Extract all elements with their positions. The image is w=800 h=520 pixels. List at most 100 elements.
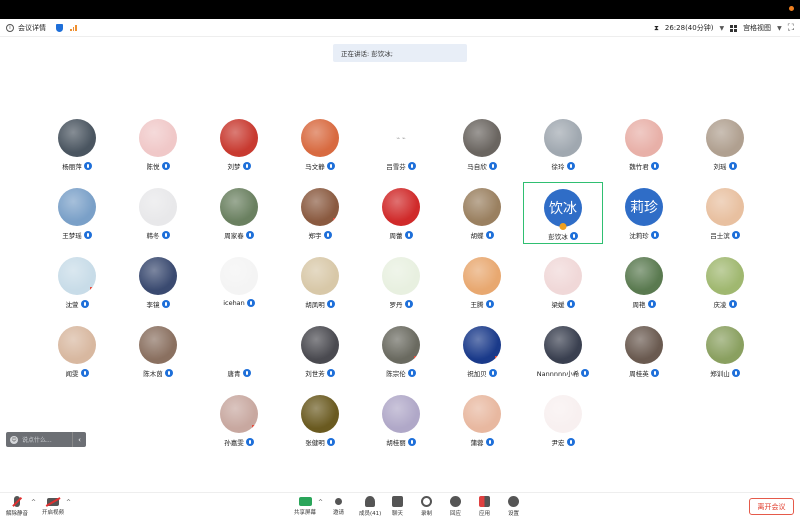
participant-avatar (463, 395, 501, 433)
participant-tile[interactable]: 尹宏 (523, 389, 603, 451)
microphone-icon (728, 300, 737, 308)
microphone-icon (485, 300, 494, 308)
participant-tile[interactable]: 陈宗伦 (361, 320, 441, 382)
unmute-button[interactable]: 解除静音 (6, 496, 28, 517)
participant-tile[interactable]: 唐青 (199, 320, 279, 382)
participant-name-row: icehan (223, 299, 255, 307)
participant-tile[interactable]: 闻雯 (37, 320, 117, 382)
participant-name: 闻雯 (65, 370, 79, 378)
participant-tile[interactable]: 罗丹 (361, 251, 441, 313)
participant-tile[interactable]: 胡蝶 (442, 182, 522, 244)
participant-avatar (220, 326, 258, 364)
chat-quick-input[interactable]: ☺ 说点什么... ‹ (6, 432, 86, 447)
participant-tile[interactable]: 周蕾 (361, 182, 441, 244)
participant-avatar (544, 326, 582, 364)
microphone-icon (161, 162, 170, 170)
participant-name: 彭饮冰 (548, 233, 568, 241)
participant-tile[interactable]: Nannnnn小希 (523, 320, 603, 382)
meeting-details-link[interactable]: 会议详情 (18, 23, 46, 33)
participant-avatar (463, 188, 501, 226)
chevron-down-icon[interactable]: ▼ (719, 25, 724, 32)
invite-button[interactable]: 邀请 (333, 496, 344, 516)
participant-tile[interactable]: 韩冬 (118, 182, 198, 244)
chat-placeholder[interactable]: 说点什么... (22, 435, 52, 444)
chevron-down-icon[interactable]: ▼ (777, 25, 782, 32)
participant-tile[interactable]: 蒲蓉 (442, 389, 522, 451)
participant-tile[interactable]: 胡凤明 (280, 251, 360, 313)
participant-tile[interactable]: 孙嘉雯 (199, 389, 279, 451)
info-icon[interactable]: i (6, 23, 14, 32)
participant-tile[interactable]: 陈悦 (118, 113, 198, 175)
participant-tile[interactable]: 马自欣 (442, 113, 522, 175)
participant-tile[interactable]: 吕士滨 (685, 182, 765, 244)
status-dot (789, 6, 794, 11)
share-screen-button[interactable]: 共享屏幕 (294, 496, 316, 516)
participant-tile[interactable]: 周艳 (604, 251, 684, 313)
collapse-chevron-icon[interactable]: ‹ (72, 432, 86, 447)
participant-tile[interactable]: 郑训山 (685, 320, 765, 382)
participant-name: 唐青 (227, 370, 241, 378)
apps-button[interactable]: 应用 (479, 496, 490, 517)
participant-tile[interactable]: 刘梦 (199, 113, 279, 175)
view-mode-button[interactable]: 宫格视图 (743, 23, 771, 33)
participant-tile[interactable]: 张健明 (280, 389, 360, 451)
participant-name: 马文静 (305, 163, 325, 171)
chevron-up-icon[interactable]: ^ (31, 499, 36, 506)
participant-tile[interactable]: 刘瑶 (685, 113, 765, 175)
active-speaker-banner: 正在讲话: 彭饮冰; (333, 44, 467, 62)
participant-name: 徐玲 (551, 163, 565, 171)
participant-tile[interactable]: 王梦瑶 (37, 182, 117, 244)
participant-tile[interactable]: 梁媛 (523, 251, 603, 313)
members-button[interactable]: 成员(41) (359, 496, 381, 517)
participant-tile[interactable]: 陈木茵 (118, 320, 198, 382)
participant-tile[interactable]: 莉珍 沈莉珍 (604, 182, 684, 244)
participant-name: 周艳 (632, 301, 646, 309)
participant-tile[interactable]: 周桂英 (604, 320, 684, 382)
leave-meeting-button[interactable]: 离开会议 (749, 498, 794, 515)
start-video-button[interactable]: 开启视频 (42, 496, 64, 516)
participant-tile[interactable]: 刘世芳 (280, 320, 360, 382)
members-icon (365, 496, 376, 507)
participant-name-row: 胡桂丽 (386, 437, 416, 447)
participant-name-row: 罗丹 (390, 299, 413, 309)
participant-tile[interactable]: 王腾 (442, 251, 522, 313)
shield-icon[interactable] (56, 23, 63, 32)
participant-name: 郑宇 (308, 232, 322, 240)
participant-tile[interactable]: ⌁ ⌁ 吕雪芬 (361, 113, 441, 175)
microphone-icon (246, 299, 255, 307)
participant-tile[interactable]: 沈萱 (37, 251, 117, 313)
members-label: 成员(41) (359, 511, 382, 517)
microphone-icon (647, 300, 656, 308)
participant-tile[interactable]: 杨丽萍 (37, 113, 117, 175)
emoji-icon[interactable]: ☺ (10, 435, 18, 444)
participant-tile[interactable]: 魏竹君 (604, 113, 684, 175)
participant-avatar (301, 257, 339, 295)
participant-tile[interactable]: 周家春 (199, 182, 279, 244)
microphone-icon (245, 231, 254, 239)
chat-bubble-icon (392, 496, 403, 507)
fullscreen-icon[interactable]: ⛶ (788, 23, 794, 33)
participant-tile[interactable]: 饮冰 彭饮冰 (523, 182, 603, 244)
participant-name-row: 郑宇 (309, 230, 332, 240)
participant-tile[interactable]: 胡桂丽 (361, 389, 441, 451)
participant-tile[interactable]: icehan (199, 251, 279, 313)
participant-avatar (463, 326, 501, 364)
reactions-button[interactable]: 回应 (450, 496, 461, 517)
participant-tile[interactable]: 马文静 (280, 113, 360, 175)
signal-strength-icon[interactable] (70, 24, 77, 31)
chevron-up-icon[interactable]: ^ (318, 499, 323, 506)
participant-avatar (139, 119, 177, 157)
settings-button[interactable]: 设置 (508, 496, 519, 517)
chat-button[interactable]: 聊天 (392, 496, 403, 517)
participant-avatar (220, 395, 258, 433)
hourglass-icon: ⧗ (653, 23, 659, 32)
participant-tile[interactable]: 徐玲 (523, 113, 603, 175)
record-button[interactable]: 录制 (421, 496, 432, 517)
reaction-icon (450, 496, 461, 507)
participant-tile[interactable]: 郑宇 (280, 182, 360, 244)
participant-tile[interactable]: 庆凌 (685, 251, 765, 313)
participant-tile[interactable]: 祝加贝 (442, 320, 522, 382)
grid-view-icon[interactable] (730, 24, 738, 32)
participant-tile[interactable]: 李镜 (118, 251, 198, 313)
chevron-up-icon[interactable]: ^ (66, 499, 71, 506)
